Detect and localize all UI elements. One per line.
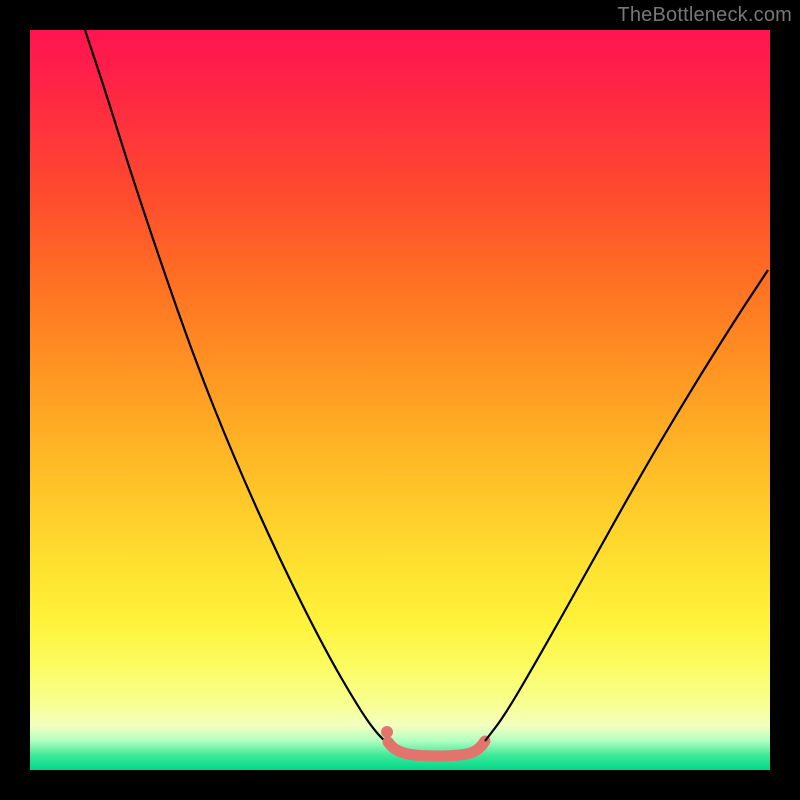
bottleneck-chart [30, 30, 770, 770]
flat-segment-path [388, 741, 485, 756]
left-curve-path [85, 30, 390, 745]
curve-overlay [30, 30, 770, 770]
right-curve-path [485, 270, 768, 741]
watermark-text: TheBottleneck.com [617, 4, 792, 27]
left-dot [381, 726, 393, 738]
